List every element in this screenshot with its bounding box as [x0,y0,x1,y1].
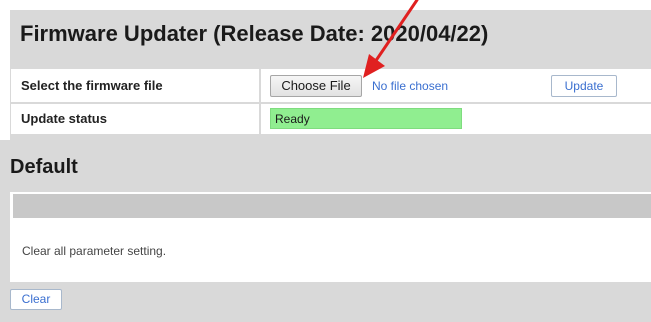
default-title: Default [10,156,78,178]
update-status-row: Update status Ready [11,104,651,134]
firmware-settings-page: Firmware Updater (Release Date: 2020/04/… [0,0,651,322]
default-panel-header [13,194,651,218]
update-status-label: Update status [21,111,107,126]
file-chosen-status: No file chosen [372,79,449,93]
firmware-table: Select the firmware file Choose File No … [11,69,651,140]
update-status-label-cell: Update status [11,104,261,134]
update-status-value: Ready [275,112,310,126]
default-description: Clear all parameter setting. [22,244,167,258]
select-firmware-label: Select the firmware file [21,78,163,93]
select-firmware-row: Select the firmware file Choose File No … [11,69,651,102]
select-firmware-label-cell: Select the firmware file [11,69,261,102]
firmware-updater-section: Firmware Updater (Release Date: 2020/04/… [10,10,651,140]
update-status-indicator: Ready [270,108,462,129]
default-section: Default Clear all parameter setting. Cle… [0,140,651,322]
default-panel: Clear all parameter setting. [10,192,651,282]
clear-button[interactable]: Clear [10,289,62,310]
update-button[interactable]: Update [551,75,617,97]
red-arrow-icon [363,0,419,78]
